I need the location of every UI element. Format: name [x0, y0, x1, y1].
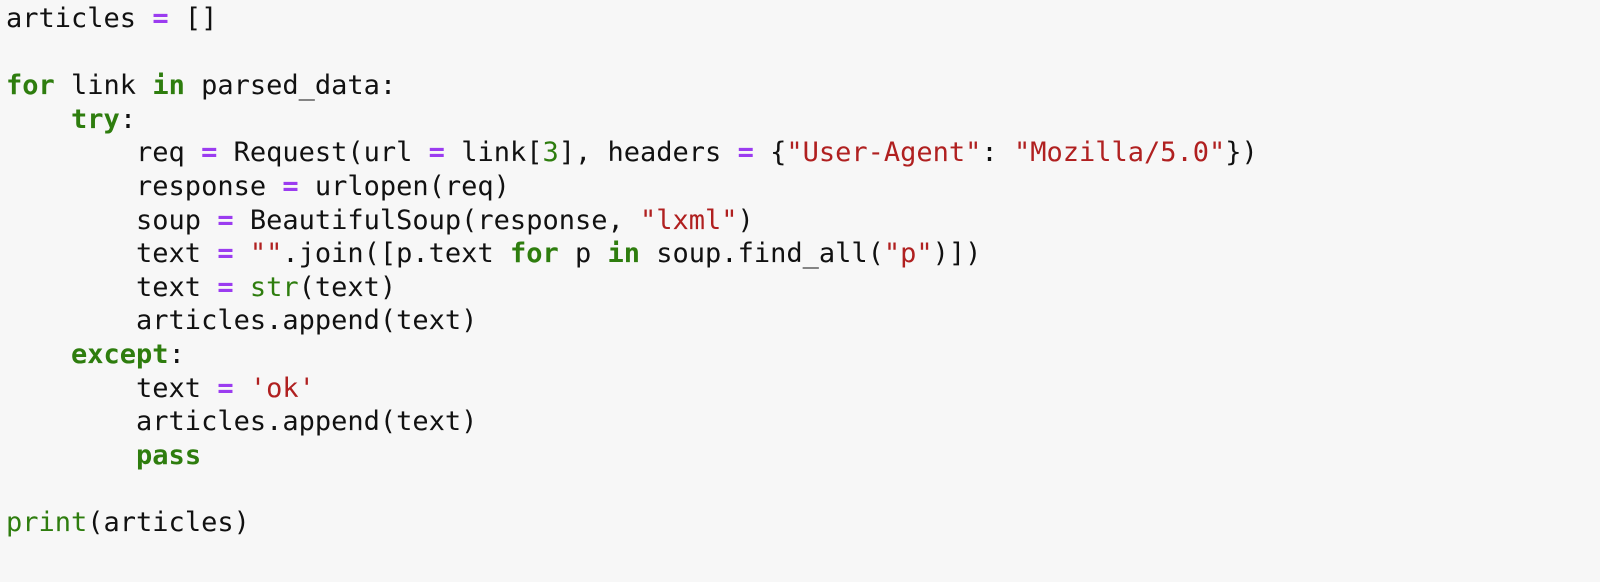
code-text: .join([p.text	[282, 238, 510, 270]
code-line[interactable]: except:	[6, 338, 1600, 372]
code-builtin: str	[249, 271, 299, 303]
code-editor[interactable]: articles = []​for link in parsed_data: t…	[0, 0, 1600, 582]
code-string: "User-Agent"	[786, 137, 982, 169]
code-text: :	[168, 338, 185, 370]
code-line[interactable]: for link in parsed_data:	[6, 69, 1600, 103]
code-text: parsed_data:	[184, 70, 397, 102]
code-text: articles.append(text)	[6, 305, 478, 337]
code-text: text	[6, 238, 218, 270]
code-text: urlopen(req)	[298, 170, 510, 202]
code-text: :	[981, 137, 1014, 169]
code-operator: =	[282, 170, 299, 202]
code-line-empty[interactable]: ​	[6, 36, 1600, 70]
code-text: ], headers	[558, 137, 738, 169]
code-line[interactable]: try:	[6, 103, 1600, 137]
code-text: req	[6, 137, 202, 169]
code-text: soup	[6, 204, 218, 236]
code-keyword: try	[71, 103, 120, 135]
code-text: {	[753, 137, 787, 169]
code-operator: =	[737, 137, 754, 169]
code-block[interactable]: articles = []​for link in parsed_data: t…	[6, 2, 1600, 540]
code-keyword: in	[152, 70, 185, 102]
code-line[interactable]: soup = BeautifulSoup(response, "lxml")	[6, 204, 1600, 238]
code-text: link[	[444, 137, 543, 169]
code-text: link	[54, 70, 153, 102]
code-line[interactable]: text = 'ok'	[6, 372, 1600, 406]
code-line[interactable]: articles.append(text)	[6, 405, 1600, 439]
code-string: "lxml"	[639, 204, 738, 236]
code-operator: =	[428, 137, 445, 169]
code-line[interactable]: pass	[6, 439, 1600, 473]
code-number: 3	[542, 137, 559, 169]
code-line[interactable]: articles.append(text)	[6, 304, 1600, 338]
code-text: articles.append(text)	[6, 406, 478, 438]
code-text: Request(url	[217, 137, 429, 169]
code-keyword: for	[6, 70, 55, 102]
code-keyword: pass	[136, 439, 202, 471]
code-string: 'ok'	[249, 372, 315, 404]
code-operator: =	[152, 3, 169, 34]
code-text: })	[1225, 137, 1258, 169]
code-operator: =	[217, 271, 234, 303]
code-operator: =	[217, 204, 234, 236]
code-line[interactable]: print(articles)	[6, 506, 1600, 540]
code-text: soup.find_all(	[640, 238, 884, 270]
code-string: "p"	[883, 238, 933, 270]
code-keyword: for	[509, 238, 559, 270]
code-line[interactable]: req = Request(url = link[3], headers = {…	[6, 136, 1600, 170]
code-text: p	[558, 238, 608, 270]
code-line-empty[interactable]: ​	[6, 472, 1600, 506]
code-text: BeautifulSoup(response,	[233, 204, 640, 236]
code-line[interactable]: articles = []	[6, 2, 1600, 36]
code-text: articles	[6, 3, 153, 34]
code-string: ""	[249, 238, 283, 270]
code-text: :	[119, 103, 137, 135]
code-keyword: in	[607, 238, 641, 270]
code-line[interactable]: text = str(text)	[6, 271, 1600, 305]
code-line[interactable]: text = "".join([p.text for p in soup.fin…	[6, 237, 1600, 271]
code-text: response	[6, 170, 283, 202]
code-line[interactable]: response = urlopen(req)	[6, 170, 1600, 204]
code-text: text	[6, 372, 218, 404]
code-operator: =	[217, 238, 234, 270]
code-string: "Mozilla/5.0"	[1013, 137, 1226, 169]
code-operator: =	[201, 137, 218, 169]
code-text: (articles)	[87, 506, 250, 538]
code-text: )])	[932, 238, 982, 270]
code-builtin: print	[6, 506, 88, 538]
code-keyword: except	[71, 338, 169, 370]
code-text: text	[6, 271, 218, 303]
code-text: )	[737, 204, 754, 236]
code-text: []	[168, 3, 218, 34]
code-text: (text)	[298, 271, 397, 303]
code-operator: =	[217, 372, 234, 404]
